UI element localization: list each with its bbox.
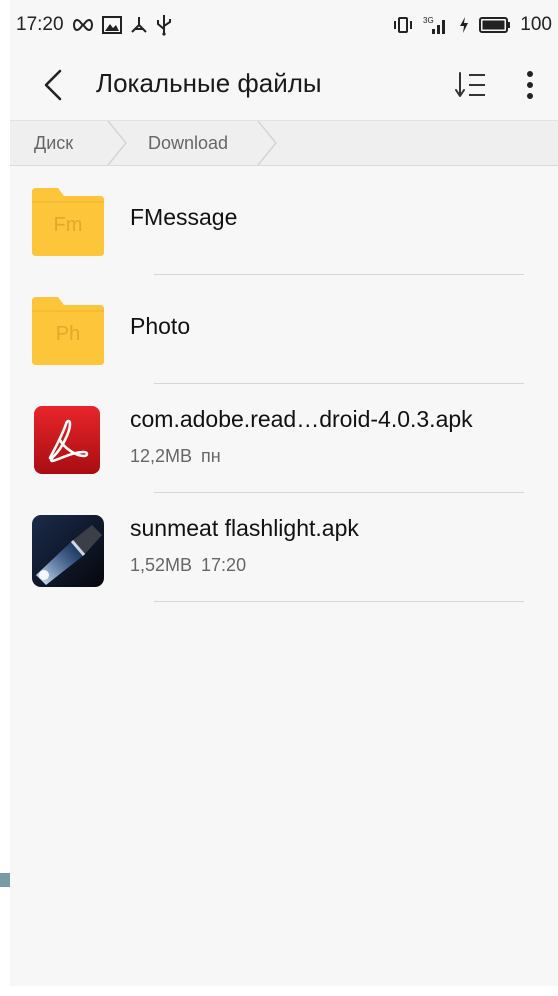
image-icon <box>101 16 122 34</box>
list-item-fmessage[interactable]: Fm FMessage <box>10 166 558 275</box>
signal-icon: 3G <box>423 15 449 35</box>
breadcrumb-item-disk[interactable]: Диск <box>34 121 73 165</box>
infinity-icon <box>71 18 95 32</box>
breadcrumb-separator-icon <box>257 121 277 165</box>
file-list: Fm FMessage Ph Photo com.adobe.read…droi… <box>10 166 558 602</box>
vibrate-icon <box>392 16 414 34</box>
edge-accent <box>0 873 10 887</box>
sort-button[interactable] <box>450 64 492 106</box>
usb-icon <box>156 14 172 36</box>
chevron-left-icon <box>44 69 62 101</box>
screen: 17:20 3G 100 Локальные файлы Диск Downlo… <box>10 0 558 986</box>
folder-label: Ph <box>55 323 81 345</box>
back-button[interactable] <box>32 64 74 106</box>
usb-debug-icon <box>129 15 149 35</box>
sort-list-icon <box>455 72 485 97</box>
breadcrumb-item-download[interactable]: Download <box>148 121 228 165</box>
more-options-button[interactable] <box>510 64 550 106</box>
network-label: 3G <box>423 16 434 25</box>
battery-icon <box>479 17 511 33</box>
status-time: 17:20 <box>16 14 64 35</box>
status-left: 17:20 <box>16 14 172 36</box>
list-item-flashlight-apk[interactable]: sunmeat flashlight.apk 1,52MB 17:20 <box>10 493 558 602</box>
file-name: Photo <box>130 313 191 339</box>
list-item-photo[interactable]: Ph Photo <box>10 275 558 384</box>
folder-icon: Fm <box>32 188 104 256</box>
battery-level: 100 <box>520 14 552 35</box>
divider <box>154 601 524 602</box>
folder-icon: Ph <box>32 297 104 365</box>
app-bar: Локальные файлы <box>10 56 558 114</box>
file-name: sunmeat flashlight.apk <box>130 515 359 541</box>
more-vertical-icon <box>527 71 533 99</box>
charging-icon <box>458 16 470 34</box>
list-item-adobe-apk[interactable]: com.adobe.read…droid-4.0.3.apk 12,2MB пн <box>10 384 558 493</box>
page-title: Локальные файлы <box>96 68 322 98</box>
file-meta: 1,52MB 17:20 <box>130 555 247 575</box>
breadcrumb-separator-icon <box>107 121 127 165</box>
file-name: com.adobe.read…droid-4.0.3.apk <box>130 406 473 432</box>
adobe-reader-icon <box>32 406 104 474</box>
status-bar: 17:20 3G 100 <box>10 0 558 50</box>
flashlight-app-icon <box>32 515 104 587</box>
file-name: FMessage <box>130 204 238 230</box>
status-right: 3G 100 <box>392 14 552 36</box>
folder-label: Fm <box>53 214 83 236</box>
file-meta: 12,2MB пн <box>130 446 221 466</box>
breadcrumb: Диск Download <box>10 120 558 166</box>
